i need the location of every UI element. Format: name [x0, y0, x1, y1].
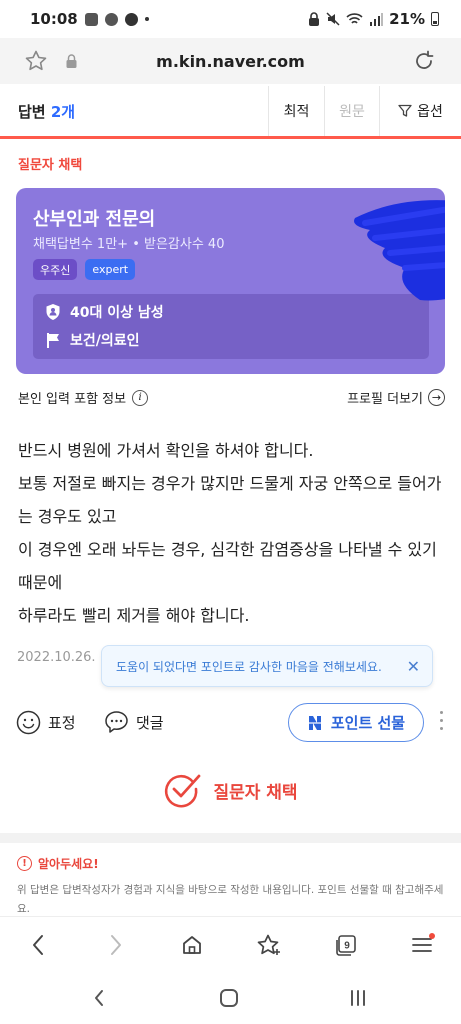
- answer-line: 이 경우엔 오래 놔두는 경우, 심각한 감염증상을 나타낼 수 있기 때문에: [18, 540, 437, 592]
- answer-header: 답변 2개 최적 원문 옵션: [0, 86, 461, 139]
- point-gift-button[interactable]: 포인트 선물: [288, 703, 424, 742]
- check-circle-icon: [165, 774, 201, 808]
- profile-more-label: 프로필 더보기: [347, 392, 423, 407]
- self-input-info[interactable]: 본인 입력 포함 정보 i: [18, 388, 149, 407]
- answer-count: 2개: [50, 102, 76, 121]
- info-icon: i: [132, 389, 149, 406]
- shield-person-icon: [46, 304, 60, 320]
- tab-best[interactable]: 최적: [268, 86, 324, 136]
- answerer-stats: 채택답변수 1만+ • 받은감사수 40: [33, 237, 225, 252]
- home-icon[interactable]: [177, 930, 207, 960]
- gallery-notification-icon: [84, 12, 98, 26]
- arrow-right-icon: →: [428, 389, 445, 406]
- notice-title-text: 알아두세요!: [38, 857, 99, 871]
- answer-title: 답변: [18, 102, 46, 121]
- profile-info-age: 40대 이상 남성: [45, 302, 164, 322]
- answer-line: 하루라도 빨리 제거를 해야 합니다.: [18, 606, 250, 625]
- redaction-scribble: [354, 200, 445, 301]
- browser-bottom-nav: 9: [0, 916, 461, 972]
- select-answer-button[interactable]: 질문자 채택: [0, 772, 461, 808]
- more-notifications-icon: [144, 17, 149, 21]
- tab-original[interactable]: 원문: [324, 86, 379, 136]
- answer-date: 2022.10.26.: [17, 650, 96, 665]
- expert-badge: expert: [85, 259, 136, 280]
- chosen-answer-label: 질문자 채택: [18, 158, 83, 173]
- answerer-name: 산부인과 전문의: [33, 209, 156, 230]
- status-left: 10:08: [30, 10, 149, 28]
- emotion-label: 표정: [48, 714, 76, 732]
- profile-info-job: 보건/의료인: [45, 330, 140, 350]
- answer-count-title: 답변 2개: [0, 101, 268, 122]
- system-recents-icon[interactable]: [343, 986, 373, 1010]
- gift-point-tooltip: 도움이 되었다면 포인트로 감사한 마음을 전해보세요. ✕: [101, 645, 433, 687]
- wifi-icon: [346, 12, 363, 24]
- profile-info-job-text: 보건/의료인: [70, 333, 140, 349]
- lock-status-icon: [309, 12, 320, 26]
- tab-options-label: 옵션: [417, 104, 443, 120]
- tabs-icon[interactable]: 9: [331, 930, 361, 960]
- forward-icon[interactable]: [101, 930, 131, 960]
- profile-more-link[interactable]: 프로필 더보기 →: [347, 388, 445, 407]
- self-input-info-label: 본인 입력 포함 정보: [18, 392, 127, 407]
- menu-icon[interactable]: [408, 930, 438, 960]
- back-icon[interactable]: [23, 930, 53, 960]
- url-text[interactable]: m.kin.naver.com: [0, 52, 461, 71]
- talk-notification-icon: [104, 12, 118, 26]
- tooltip-text: 도움이 되었다면 포인트로 감사한 마음을 전해보세요.: [116, 659, 382, 674]
- bookmark-star-plus-icon[interactable]: [254, 930, 284, 960]
- browser-url-bar: m.kin.naver.com: [0, 38, 461, 84]
- answer-line: 반드시 병원에 가셔서 확인을 하셔야 합니다.: [18, 441, 314, 460]
- answer-action-row: 표정 댓글 포인트 선물: [0, 703, 461, 743]
- more-options-icon[interactable]: [440, 711, 444, 735]
- close-icon[interactable]: ✕: [407, 657, 420, 676]
- status-time: 10:08: [30, 10, 78, 28]
- comment-icon: [105, 711, 128, 733]
- tiktok-notification-icon: [124, 12, 138, 26]
- tab-options[interactable]: 옵션: [379, 86, 461, 136]
- answer-line: 보통 저절로 빠지는 경우가 많지만 드물게 자궁 안쪽으로 들어가는 경우도 …: [18, 474, 442, 526]
- filter-icon: [398, 104, 412, 117]
- select-answer-label: 질문자 채택: [213, 782, 298, 803]
- rank-badge: 우주신: [33, 259, 78, 280]
- mute-icon: [326, 12, 340, 26]
- status-bar: 10:08 21%: [0, 0, 461, 38]
- warning-icon: !: [17, 856, 32, 871]
- reload-icon[interactable]: [412, 49, 436, 73]
- section-divider: [0, 833, 461, 843]
- comment-button[interactable]: 댓글: [104, 710, 164, 735]
- naver-point-icon: [306, 715, 323, 730]
- badge-list: 우주신 expert: [33, 259, 136, 280]
- emotion-button[interactable]: 표정: [16, 710, 76, 735]
- system-back-icon[interactable]: [84, 986, 114, 1010]
- status-right: 21%: [308, 10, 439, 28]
- system-home-icon[interactable]: [214, 986, 244, 1010]
- point-gift-label: 포인트 선물: [330, 714, 406, 732]
- answer-content: 반드시 병원에 가셔서 확인을 하셔야 합니다. 보통 저절로 빠지는 경우가 …: [18, 434, 442, 632]
- comment-label: 댓글: [136, 714, 164, 732]
- battery-icon: [431, 12, 439, 26]
- profile-info-age-text: 40대 이상 남성: [70, 305, 164, 321]
- signal-icon: [370, 12, 384, 26]
- battery-percent: 21%: [389, 10, 425, 28]
- notice-title: ! 알아두세요!: [17, 855, 99, 872]
- flag-icon: [47, 333, 59, 348]
- notice-text: 위 답변은 답변작성자가 경험과 지식을 바탕으로 작성한 내용입니다. 포인트…: [17, 884, 444, 915]
- android-nav-bar: [0, 972, 461, 1024]
- tab-count: 9: [344, 941, 350, 952]
- smile-icon: [16, 710, 41, 735]
- answerer-profile-card[interactable]: 산부인과 전문의 채택답변수 1만+ • 받은감사수 40 우주신 expert…: [16, 188, 445, 374]
